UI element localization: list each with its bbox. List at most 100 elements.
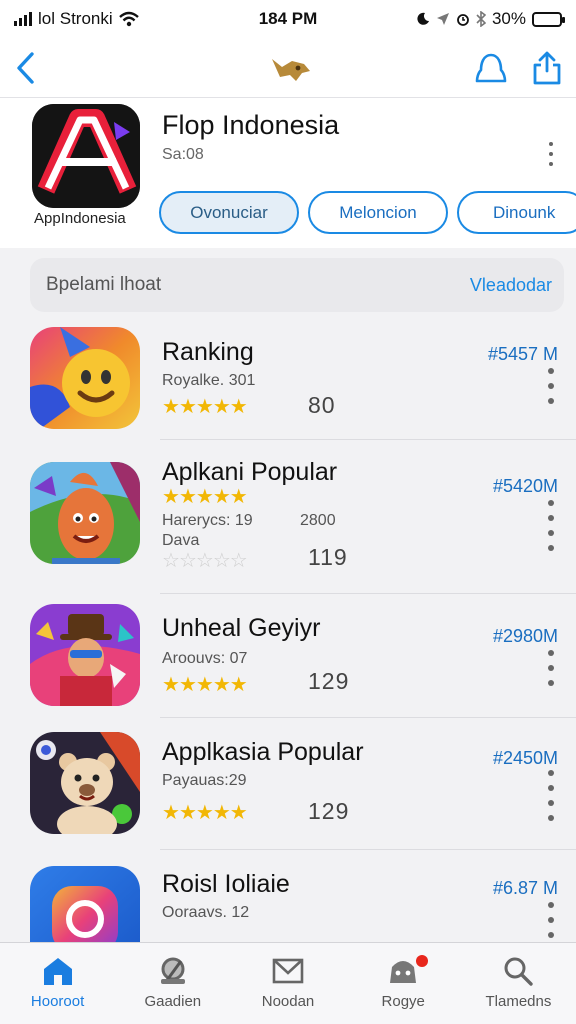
- alarm-icon: [457, 14, 469, 26]
- star-icon: ★: [195, 396, 214, 418]
- bear-character-icon: [30, 732, 140, 834]
- section-label: Bpelami lhoat: [46, 274, 162, 295]
- list-item[interactable]: Ranking Royalke. 301 ★★★★★ 80 #5457 M: [0, 318, 576, 440]
- section-action-link[interactable]: Vleadodar: [470, 275, 552, 296]
- app-rank: 119: [308, 544, 348, 570]
- star-icon: ★: [212, 674, 231, 696]
- star-icon: ★: [162, 396, 180, 418]
- moon-icon: [417, 12, 429, 25]
- star-icon: ★: [178, 396, 197, 418]
- app-subtitle: Royalke. 301: [162, 372, 256, 389]
- more-icon[interactable]: [548, 902, 554, 938]
- star-rating: ★★★★★: [162, 394, 248, 419]
- letter-a-logo-icon: [32, 104, 140, 208]
- app-icon-1[interactable]: [30, 327, 140, 429]
- tab-label: Rogye: [381, 993, 425, 1010]
- star-icon: ★: [162, 802, 180, 824]
- chevron-left-icon[interactable]: [14, 51, 38, 85]
- featured-app: AppIndonesia Flop Indonesia Sa:08 Ovonuc…: [0, 98, 576, 248]
- emoji-face-icon: [30, 327, 140, 429]
- more-icon[interactable]: [548, 368, 554, 404]
- star-icon: ★: [229, 674, 248, 696]
- app-name: Ranking: [162, 338, 254, 366]
- cartoon-character-icon: [30, 462, 140, 564]
- notification-badge: [415, 955, 428, 967]
- magician-icon: [30, 604, 140, 706]
- star-icon: ★: [162, 486, 180, 508]
- star-icon: ★: [178, 674, 197, 696]
- app-name: Roisl Ioliaie: [162, 870, 290, 898]
- pill-button-1[interactable]: Ovonuciar: [159, 191, 299, 234]
- more-icon[interactable]: [549, 142, 553, 166]
- games-icon: [160, 957, 185, 984]
- camera-app-icon: [30, 866, 140, 942]
- star-icon: ★: [229, 486, 248, 508]
- app-name: Aplkani Popular: [162, 458, 338, 486]
- app-icon-2[interactable]: [30, 462, 140, 564]
- tab-arcade[interactable]: Rogye: [346, 943, 461, 1024]
- featured-app-icon[interactable]: [32, 104, 140, 208]
- app-subtitle: Payauas:29: [162, 772, 247, 789]
- app-icon-4[interactable]: [30, 732, 140, 834]
- account-icon[interactable]: [474, 52, 508, 84]
- share-icon[interactable]: [532, 51, 562, 85]
- star-icon: ★: [195, 486, 214, 508]
- star-icon: ★: [162, 674, 180, 696]
- list-item[interactable]: Aplkani Popular ★★★★★ Harerycs: 19 2800 …: [0, 440, 576, 594]
- location-icon: [436, 13, 449, 25]
- mail-icon: [272, 958, 304, 984]
- star-rating: ★★★★★: [162, 484, 248, 509]
- status-left: lol Stronki: [14, 9, 139, 29]
- star-icon: ★: [178, 486, 197, 508]
- star-rating: ★★★★★: [162, 800, 248, 825]
- featured-title: Flop Indonesia: [162, 110, 340, 140]
- tab-games[interactable]: Gaadien: [115, 943, 230, 1024]
- star-rating-secondary: ☆☆☆☆☆: [162, 548, 248, 573]
- star-icon: ☆: [229, 550, 248, 572]
- app-rank: 129: [308, 668, 350, 694]
- tab-search[interactable]: Tlamedns: [461, 943, 576, 1024]
- star-icon: ☆: [212, 550, 231, 572]
- tab-mail[interactable]: Noodan: [230, 943, 345, 1024]
- pill-button-2[interactable]: Meloncion: [308, 191, 448, 234]
- app-extra-value: 2800: [300, 512, 336, 529]
- search-icon: [504, 957, 534, 986]
- nav-actions: [474, 51, 562, 85]
- star-icon: ★: [212, 486, 231, 508]
- app-rank: 80: [308, 392, 336, 418]
- star-icon: ☆: [178, 550, 197, 572]
- star-icon: ★: [229, 802, 248, 824]
- app-subtitle: Ooraavs. 12: [162, 904, 250, 921]
- tab-label: Gaadien: [144, 993, 202, 1010]
- pill-button-3[interactable]: Dinounk: [457, 191, 576, 234]
- star-icon: ★: [195, 674, 214, 696]
- more-icon[interactable]: [548, 770, 554, 821]
- app-subtitle: Aroouvs: 07: [162, 650, 248, 667]
- star-rating: ★★★★★: [162, 672, 248, 697]
- app-icon-3[interactable]: [30, 604, 140, 706]
- list-item[interactable]: Applkasia Popular Payauas:29 ★★★★★ 129 #…: [0, 718, 576, 850]
- more-icon[interactable]: [548, 500, 554, 551]
- tab-label: Noodan: [261, 993, 315, 1010]
- tab-label: Hooroot: [30, 993, 85, 1010]
- featured-icon-caption: AppIndonesia: [34, 210, 126, 227]
- status-right: 30%: [416, 9, 565, 29]
- star-icon: ★: [229, 396, 248, 418]
- star-icon: ★: [178, 802, 197, 824]
- star-icon: ☆: [162, 550, 180, 572]
- list-item[interactable]: Unheal Geyiyr Aroouvs: 07 ★★★★★ 129 #298…: [0, 594, 576, 718]
- section-bar[interactable]: Bpelami lhoat Vleadodar: [30, 258, 564, 312]
- app-rank: 129: [308, 798, 350, 824]
- app-price: #2450M: [492, 748, 558, 768]
- star-icon: ☆: [195, 550, 214, 572]
- carrier-label: lol Stronki: [38, 9, 113, 28]
- more-icon[interactable]: [548, 650, 554, 686]
- battery-icon: [532, 11, 565, 27]
- list-item[interactable]: Roisl Ioliaie Ooraavs. 12 #6.87 M: [0, 850, 576, 942]
- tab-home[interactable]: Hooroot: [0, 943, 115, 1024]
- app-icon-5[interactable]: [30, 866, 140, 942]
- app-price: #2980M: [492, 626, 558, 646]
- tab-label: Tlamedns: [485, 993, 552, 1010]
- star-icon: ★: [195, 802, 214, 824]
- bird-logo-icon: [272, 59, 310, 81]
